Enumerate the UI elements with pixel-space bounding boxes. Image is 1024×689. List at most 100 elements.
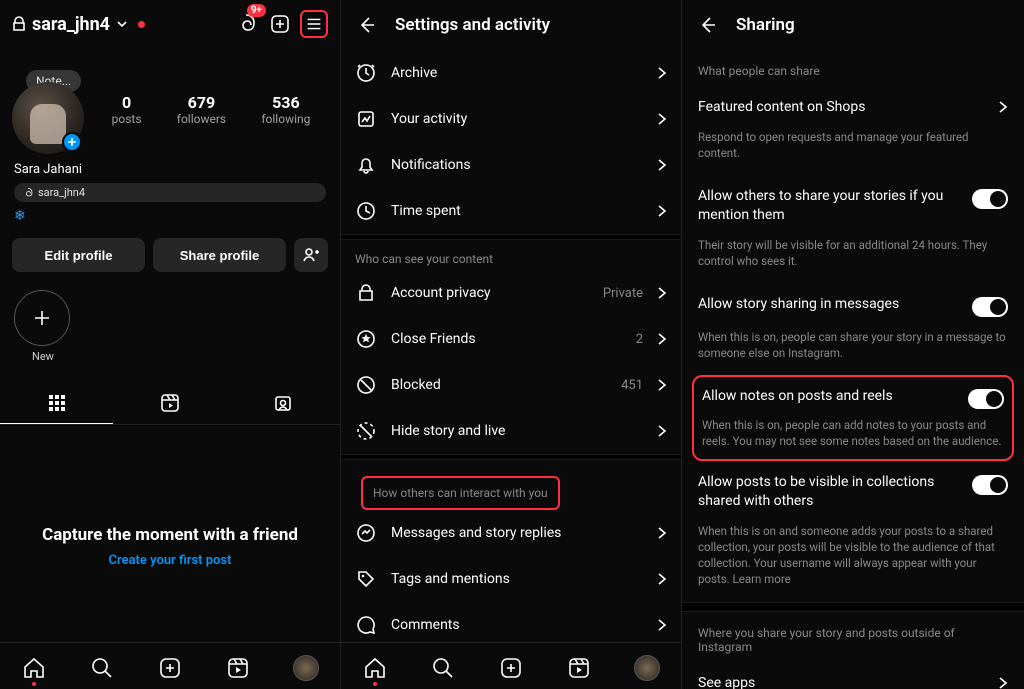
display-name: Sara Jahani [0, 154, 340, 179]
row-allow-mention-share: Allow others to share your stories if yo… [682, 175, 1024, 237]
row-story-messages: Allow story sharing in messages [682, 283, 1024, 329]
toggle-collections[interactable] [972, 475, 1008, 495]
activity-icon [355, 109, 377, 129]
chevron-right-icon [657, 286, 667, 300]
row-archive[interactable]: Archive [341, 50, 681, 96]
username-label[interactable]: sara_jhn4 [32, 14, 110, 35]
row-tags[interactable]: Tags and mentions [341, 556, 681, 602]
bottom-nav [0, 642, 340, 689]
tab-reels[interactable] [113, 383, 226, 424]
chevron-right-icon [657, 112, 667, 126]
row-hide-story[interactable]: Hide story and live [341, 408, 681, 454]
profile-tabs [0, 383, 340, 425]
nav-search[interactable] [89, 655, 115, 681]
lock-icon [355, 283, 377, 303]
back-icon[interactable] [696, 14, 718, 36]
spark-emoji: ❄ [14, 208, 326, 224]
row-collections: Allow posts to be visible in collections… [682, 461, 1024, 523]
toggle-allow-notes[interactable] [968, 389, 1004, 409]
share-profile-button[interactable]: Share profile [153, 238, 286, 272]
home-notification-dot [32, 682, 36, 686]
chevron-right-icon [657, 378, 667, 392]
notification-dot [138, 21, 145, 28]
create-first-post-link[interactable]: Create your first post [0, 553, 340, 568]
section-interact: How others can interact with you [361, 476, 560, 510]
bell-icon [355, 155, 377, 175]
nav-reels[interactable] [566, 655, 592, 681]
profile-screen: sara_jhn4 9+ Note... 0 posts [0, 0, 341, 689]
chevron-right-icon [657, 158, 667, 172]
nav-create[interactable] [157, 655, 183, 681]
row-activity[interactable]: Your activity [341, 96, 681, 142]
toggle-story-messages[interactable] [972, 297, 1008, 317]
section-visibility: Who can see your content [341, 240, 681, 270]
settings-title: Settings and activity [395, 15, 550, 35]
tab-grid[interactable] [0, 383, 113, 424]
row-see-apps[interactable]: See apps [682, 662, 1024, 689]
stat-following[interactable]: 536 following [261, 93, 310, 126]
tag-icon [355, 569, 377, 589]
chevron-right-icon [657, 204, 667, 218]
messenger-icon [355, 523, 377, 543]
sharing-header: Sharing [682, 0, 1024, 50]
profile-header: sara_jhn4 9+ [0, 0, 340, 48]
star-circle-icon [355, 329, 377, 349]
bottom-nav-2 [341, 642, 681, 689]
row-notifications[interactable]: Notifications [341, 142, 681, 188]
edit-profile-button[interactable]: Edit profile [12, 238, 145, 272]
settings-screen: Settings and activity Archive Your activ… [341, 0, 682, 689]
sharing-screen: Sharing What people can share Featured c… [682, 0, 1024, 689]
discover-people-button[interactable] [294, 238, 328, 272]
nav-create[interactable] [498, 655, 524, 681]
chevron-right-icon [998, 100, 1008, 114]
stat-posts[interactable]: 0 posts [112, 93, 142, 126]
nav-home[interactable] [362, 655, 388, 681]
settings-header: Settings and activity [341, 0, 681, 50]
chevron-right-icon [998, 676, 1008, 689]
profile-stats-row: 0 posts 679 followers 536 following [0, 48, 340, 154]
clock-icon [355, 201, 377, 221]
empty-state: Capture the moment with a friend Create … [0, 525, 340, 568]
nav-avatar [293, 655, 319, 681]
chevron-right-icon [657, 572, 667, 586]
threads-pill[interactable]: sara_jhn4 [14, 183, 326, 202]
nav-profile[interactable] [293, 655, 319, 681]
avatar[interactable] [12, 82, 84, 154]
nav-reels[interactable] [225, 655, 251, 681]
chevron-right-icon [657, 332, 667, 346]
row-featured-shops[interactable]: Featured content on Shops [682, 86, 1024, 129]
row-blocked[interactable]: Blocked 451 [341, 362, 681, 408]
section-what-share: What people can share [682, 50, 1024, 86]
hide-story-icon [355, 421, 377, 441]
nav-search[interactable] [430, 655, 456, 681]
sharing-title: Sharing [736, 15, 795, 35]
new-highlight-button[interactable] [14, 290, 70, 346]
toggle-mention-share[interactable] [972, 189, 1008, 209]
row-timespent[interactable]: Time spent [341, 188, 681, 234]
add-story-badge[interactable] [62, 132, 82, 152]
section-outside: Where you share your story and posts out… [682, 612, 1024, 662]
chevron-right-icon [657, 424, 667, 438]
stat-followers[interactable]: 679 followers [177, 93, 226, 126]
home-notification-dot [373, 682, 377, 686]
threads-badge: 9+ [247, 4, 266, 17]
create-icon[interactable] [266, 10, 294, 38]
back-icon[interactable] [355, 14, 377, 36]
threads-icon[interactable]: 9+ [232, 10, 260, 38]
highlights-row: New [0, 272, 340, 369]
tab-tagged[interactable] [227, 383, 340, 424]
chevron-right-icon [657, 66, 667, 80]
menu-icon[interactable] [300, 10, 328, 38]
chevron-down-icon[interactable] [116, 18, 128, 30]
row-allow-notes: Allow notes on posts and reels [694, 383, 1012, 417]
archive-icon [355, 63, 377, 83]
nav-home[interactable] [21, 655, 47, 681]
row-privacy[interactable]: Account privacy Private [341, 270, 681, 316]
row-close-friends[interactable]: Close Friends 2 [341, 316, 681, 362]
lock-icon [12, 16, 26, 32]
blocked-icon [355, 375, 377, 395]
chevron-right-icon [657, 618, 667, 632]
row-messages[interactable]: Messages and story replies [341, 510, 681, 556]
comment-icon [355, 615, 377, 635]
nav-profile[interactable] [634, 655, 660, 681]
